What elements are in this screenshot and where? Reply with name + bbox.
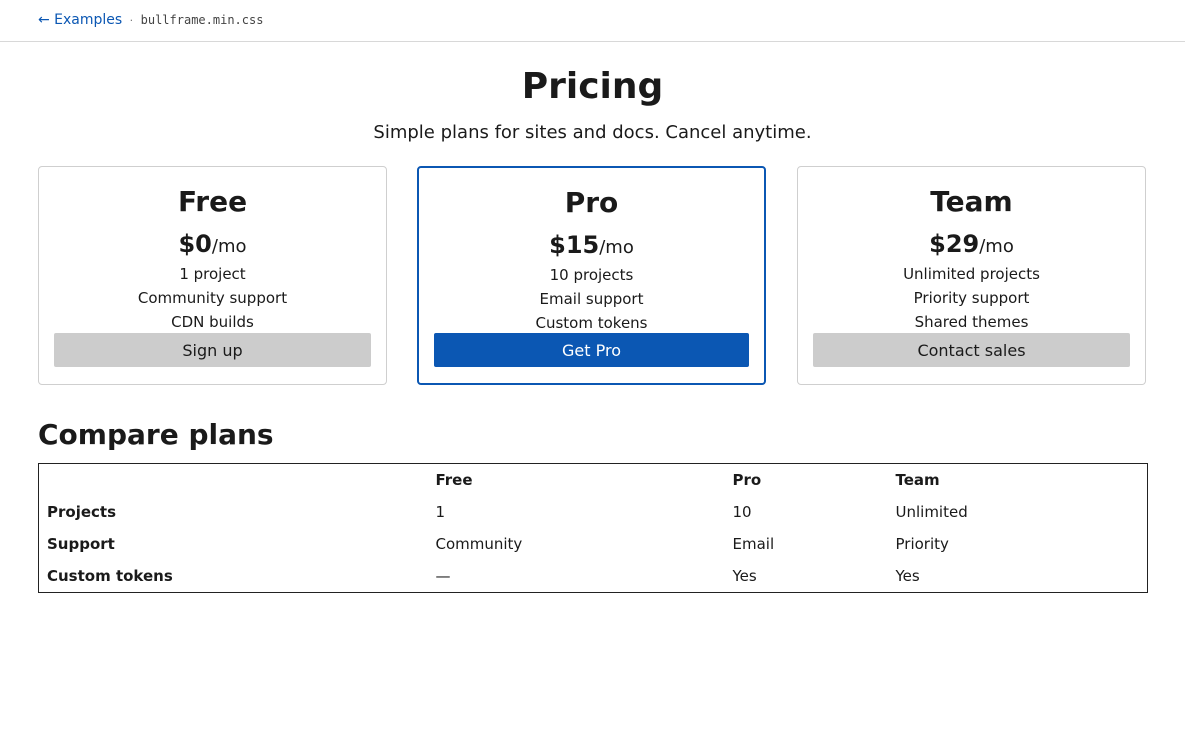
price-period: /mo	[979, 236, 1014, 257]
compare-plans-table: Free Pro Team Projects 1 10 Unlimited Su…	[38, 463, 1148, 593]
plan-card-team: Team $29/mo Unlimited projects Priority …	[797, 166, 1146, 385]
table-cell: 1	[435, 503, 446, 521]
page-subtitle: Simple plans for sites and docs. Cancel …	[373, 122, 812, 143]
table-row: Projects 1 10 Unlimited	[39, 496, 1148, 528]
plan-name: Free	[177, 185, 248, 218]
compare-plans-heading: Compare plans	[38, 418, 274, 451]
table-cell: 10	[732, 503, 752, 521]
plan-feature: Email support	[539, 290, 644, 308]
sign-up-button[interactable]: Sign up	[54, 333, 371, 367]
table-cell: Unlimited	[895, 503, 968, 521]
column-header: Pro	[732, 471, 762, 489]
price-amount: $0	[178, 230, 212, 258]
stylesheet-filename: bullframe.min.css	[140, 13, 264, 27]
price-amount: $15	[549, 231, 600, 259]
plan-price: $15/mo	[419, 231, 764, 259]
plan-price: $29/mo	[798, 230, 1145, 258]
plan-feature: 1 project	[179, 265, 246, 283]
top-nav-bar: ← Examples · bullframe.min.css	[0, 0, 1185, 42]
table-header-row: Free Pro Team	[39, 464, 1148, 497]
plan-name: Team	[930, 185, 1013, 218]
table-cell: —	[435, 567, 451, 585]
row-header: Projects	[47, 503, 117, 521]
price-period: /mo	[211, 236, 247, 257]
price-amount: $29	[929, 230, 980, 258]
table-row: Support Community Email Priority	[39, 528, 1148, 560]
plan-price: $0/mo	[39, 230, 386, 258]
plan-feature: Unlimited projects	[903, 265, 1040, 283]
column-header	[39, 464, 428, 497]
contact-sales-button[interactable]: Contact sales	[813, 333, 1130, 367]
plan-card-free: Free $0/mo 1 project Community support C…	[38, 166, 387, 385]
table-row: Custom tokens — Yes Yes	[39, 560, 1148, 593]
get-pro-button[interactable]: Get Pro	[434, 333, 749, 367]
table-cell: Email	[732, 535, 775, 553]
back-to-examples-link[interactable]: ← Examples	[38, 12, 122, 28]
table-cell: Yes	[732, 567, 757, 585]
nav-separator: ·	[129, 14, 134, 27]
page-title: Pricing	[521, 66, 664, 107]
plan-feature: Priority support	[913, 289, 1030, 307]
table-cell: Priority	[895, 535, 949, 553]
table-cell: Community	[435, 535, 523, 553]
plan-feature: 10 projects	[549, 266, 634, 284]
table-cell: Yes	[895, 567, 920, 585]
plan-card-pro: Pro $15/mo 10 projects Email support Cus…	[417, 166, 766, 385]
row-header: Custom tokens	[47, 567, 173, 585]
plan-feature: Custom tokens	[535, 314, 648, 332]
plan-feature: CDN builds	[171, 313, 254, 331]
row-header: Support	[47, 535, 115, 553]
column-header: Team	[895, 471, 940, 489]
plan-name: Pro	[564, 186, 619, 219]
plan-feature: Community support	[137, 289, 288, 307]
plan-feature: Shared themes	[914, 313, 1029, 331]
column-header: Free	[435, 471, 473, 489]
price-period: /mo	[599, 237, 634, 258]
